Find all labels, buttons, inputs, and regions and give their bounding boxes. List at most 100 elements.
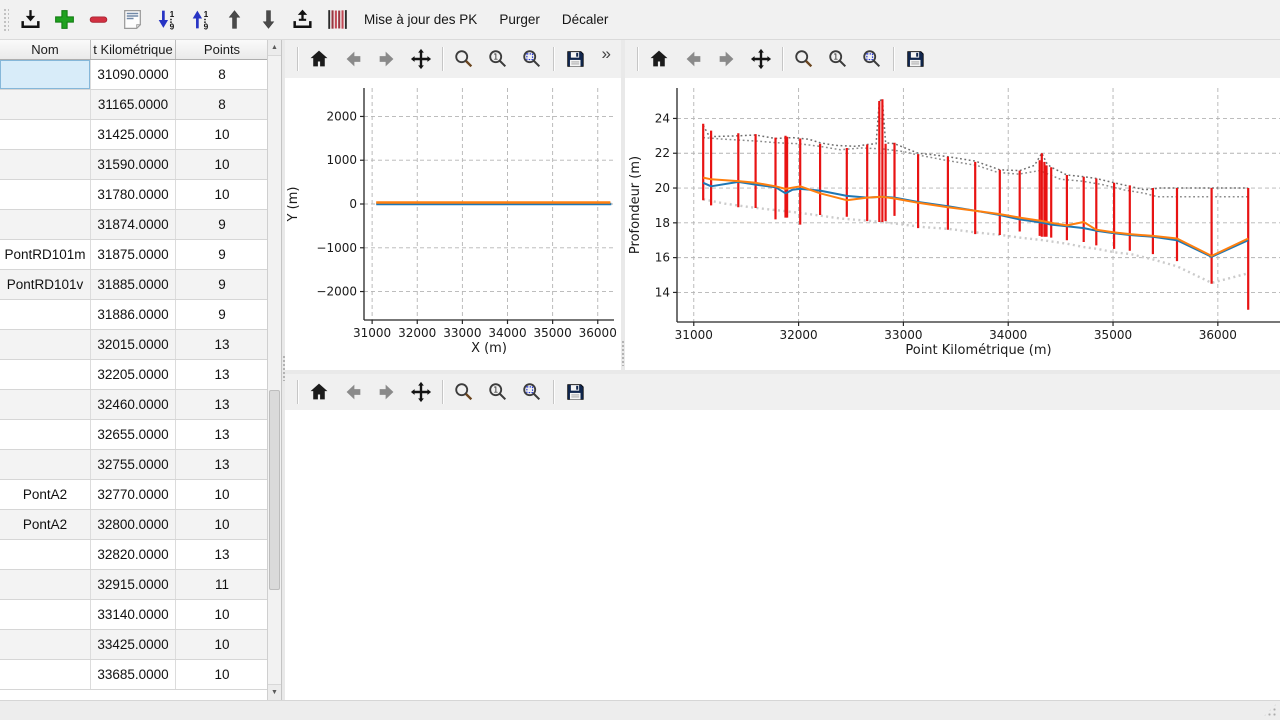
table-cell[interactable]: [0, 300, 91, 329]
profile-stripes-icon[interactable]: [319, 4, 353, 36]
save-icon[interactable]: [903, 46, 927, 72]
table-cell[interactable]: PontA2: [0, 480, 91, 509]
table-cell[interactable]: 32755.0000: [91, 450, 176, 479]
table-row[interactable]: 33140.000010: [0, 600, 268, 630]
table-row[interactable]: PontA232770.000010: [0, 480, 268, 510]
table-row[interactable]: PontRD101m31875.00009: [0, 240, 268, 270]
forward-icon[interactable]: [375, 46, 399, 72]
table-cell[interactable]: [0, 120, 91, 149]
resize-grip[interactable]: [1263, 703, 1277, 717]
zoom-icon[interactable]: [792, 46, 816, 72]
table-cell[interactable]: 31875.0000: [91, 240, 176, 269]
table-cell[interactable]: [0, 180, 91, 209]
table-cell[interactable]: 31090.0000: [91, 60, 176, 89]
column-header-nom[interactable]: Nom: [0, 40, 91, 59]
table-cell[interactable]: 32800.0000: [91, 510, 176, 539]
table-row[interactable]: 32655.000013: [0, 420, 268, 450]
pan-icon[interactable]: [749, 46, 773, 72]
table-cell[interactable]: [0, 570, 91, 599]
table-row[interactable]: 32755.000013: [0, 450, 268, 480]
column-header-pk[interactable]: t Kilométrique: [91, 40, 176, 59]
table-cell[interactable]: 9: [176, 210, 268, 239]
zoom-rect-icon[interactable]: [860, 46, 884, 72]
table-cell[interactable]: [0, 540, 91, 569]
shift-button[interactable]: Décaler: [551, 4, 620, 36]
table-cell[interactable]: 31874.0000: [91, 210, 176, 239]
table-cell[interactable]: 32460.0000: [91, 390, 176, 419]
pan-icon[interactable]: [409, 379, 433, 405]
table-cell[interactable]: 9: [176, 240, 268, 269]
add-icon[interactable]: [47, 4, 81, 36]
table-row[interactable]: PontRD101v31885.00009: [0, 270, 268, 300]
table-row[interactable]: 31090.00008: [0, 60, 268, 90]
table-cell[interactable]: 32015.0000: [91, 330, 176, 359]
table-row-clipped[interactable]: [0, 690, 268, 700]
table-cell[interactable]: 31165.0000: [91, 90, 176, 119]
table-cell[interactable]: [0, 150, 91, 179]
table-cell[interactable]: 10: [176, 150, 268, 179]
table-cell[interactable]: 8: [176, 60, 268, 89]
table-scrollbar[interactable]: ▲ ▼: [267, 40, 281, 700]
zoom-rect-icon[interactable]: [520, 379, 544, 405]
table-row[interactable]: 33685.000010: [0, 660, 268, 690]
scroll-up-button[interactable]: ▲: [268, 40, 281, 56]
table-cell[interactable]: [0, 210, 91, 239]
table-cell[interactable]: [0, 630, 91, 659]
table-cell[interactable]: 10: [176, 480, 268, 509]
table-row[interactable]: PontA232800.000010: [0, 510, 268, 540]
table-cell[interactable]: 13: [176, 390, 268, 419]
table-cell[interactable]: 32820.0000: [91, 540, 176, 569]
table-cell[interactable]: [0, 360, 91, 389]
home-icon[interactable]: [647, 46, 671, 72]
xy-plot-canvas[interactable]: 310003200033000340003500036000−2000−1000…: [285, 78, 621, 370]
profile-plot-canvas[interactable]: 3100032000330003400035000360001416182022…: [625, 78, 1280, 370]
table-row[interactable]: 31780.000010: [0, 180, 268, 210]
table-cell[interactable]: 31885.0000: [91, 270, 176, 299]
table-cell[interactable]: 10: [176, 120, 268, 149]
table-cell[interactable]: [0, 600, 91, 629]
save-icon[interactable]: [563, 379, 587, 405]
forward-icon[interactable]: [375, 379, 399, 405]
table-cell[interactable]: [0, 450, 91, 479]
table-row[interactable]: 32915.000011: [0, 570, 268, 600]
sort-asc-icon[interactable]: 19: [149, 4, 183, 36]
table-cell[interactable]: 13: [176, 420, 268, 449]
table-row[interactable]: 32820.000013: [0, 540, 268, 570]
table-cell[interactable]: [0, 90, 91, 119]
table-cell[interactable]: PontRD101m: [0, 240, 91, 269]
table-cell[interactable]: 31425.0000: [91, 120, 176, 149]
table-row[interactable]: 31165.00008: [0, 90, 268, 120]
back-icon[interactable]: [341, 379, 365, 405]
table-row[interactable]: 33425.000010: [0, 630, 268, 660]
table-row[interactable]: 31874.00009: [0, 210, 268, 240]
save-icon[interactable]: [563, 46, 587, 72]
table-cell[interactable]: [0, 330, 91, 359]
zoom-icon[interactable]: [452, 46, 476, 72]
table-cell[interactable]: 10: [176, 600, 268, 629]
table-cell[interactable]: 33685.0000: [91, 660, 176, 689]
table-cell[interactable]: [0, 60, 91, 89]
table-cell[interactable]: [0, 420, 91, 449]
home-icon[interactable]: [307, 379, 331, 405]
zoom-icon[interactable]: [452, 379, 476, 405]
zoom-one-icon[interactable]: 1: [826, 46, 850, 72]
table-cell[interactable]: 9: [176, 300, 268, 329]
toolbar-extension-chevron[interactable]: »: [602, 44, 611, 64]
table-cell[interactable]: 10: [176, 180, 268, 209]
table-cell[interactable]: 32205.0000: [91, 360, 176, 389]
table-cell[interactable]: 31590.0000: [91, 150, 176, 179]
export-icon[interactable]: [285, 4, 319, 36]
table-cell[interactable]: 9: [176, 270, 268, 299]
empty-plot-canvas[interactable]: [285, 410, 1280, 700]
back-icon[interactable]: [681, 46, 705, 72]
arrow-up-icon[interactable]: [217, 4, 251, 36]
table-row[interactable]: 31425.000010: [0, 120, 268, 150]
zoom-one-icon[interactable]: 1: [486, 379, 510, 405]
table-row[interactable]: 31590.000010: [0, 150, 268, 180]
table-cell[interactable]: 11: [176, 570, 268, 599]
table-cell[interactable]: 10: [176, 660, 268, 689]
table-row[interactable]: 32205.000013: [0, 360, 268, 390]
forward-icon[interactable]: [715, 46, 739, 72]
arrow-down-icon[interactable]: [251, 4, 285, 36]
table-cell[interactable]: 8: [176, 90, 268, 119]
